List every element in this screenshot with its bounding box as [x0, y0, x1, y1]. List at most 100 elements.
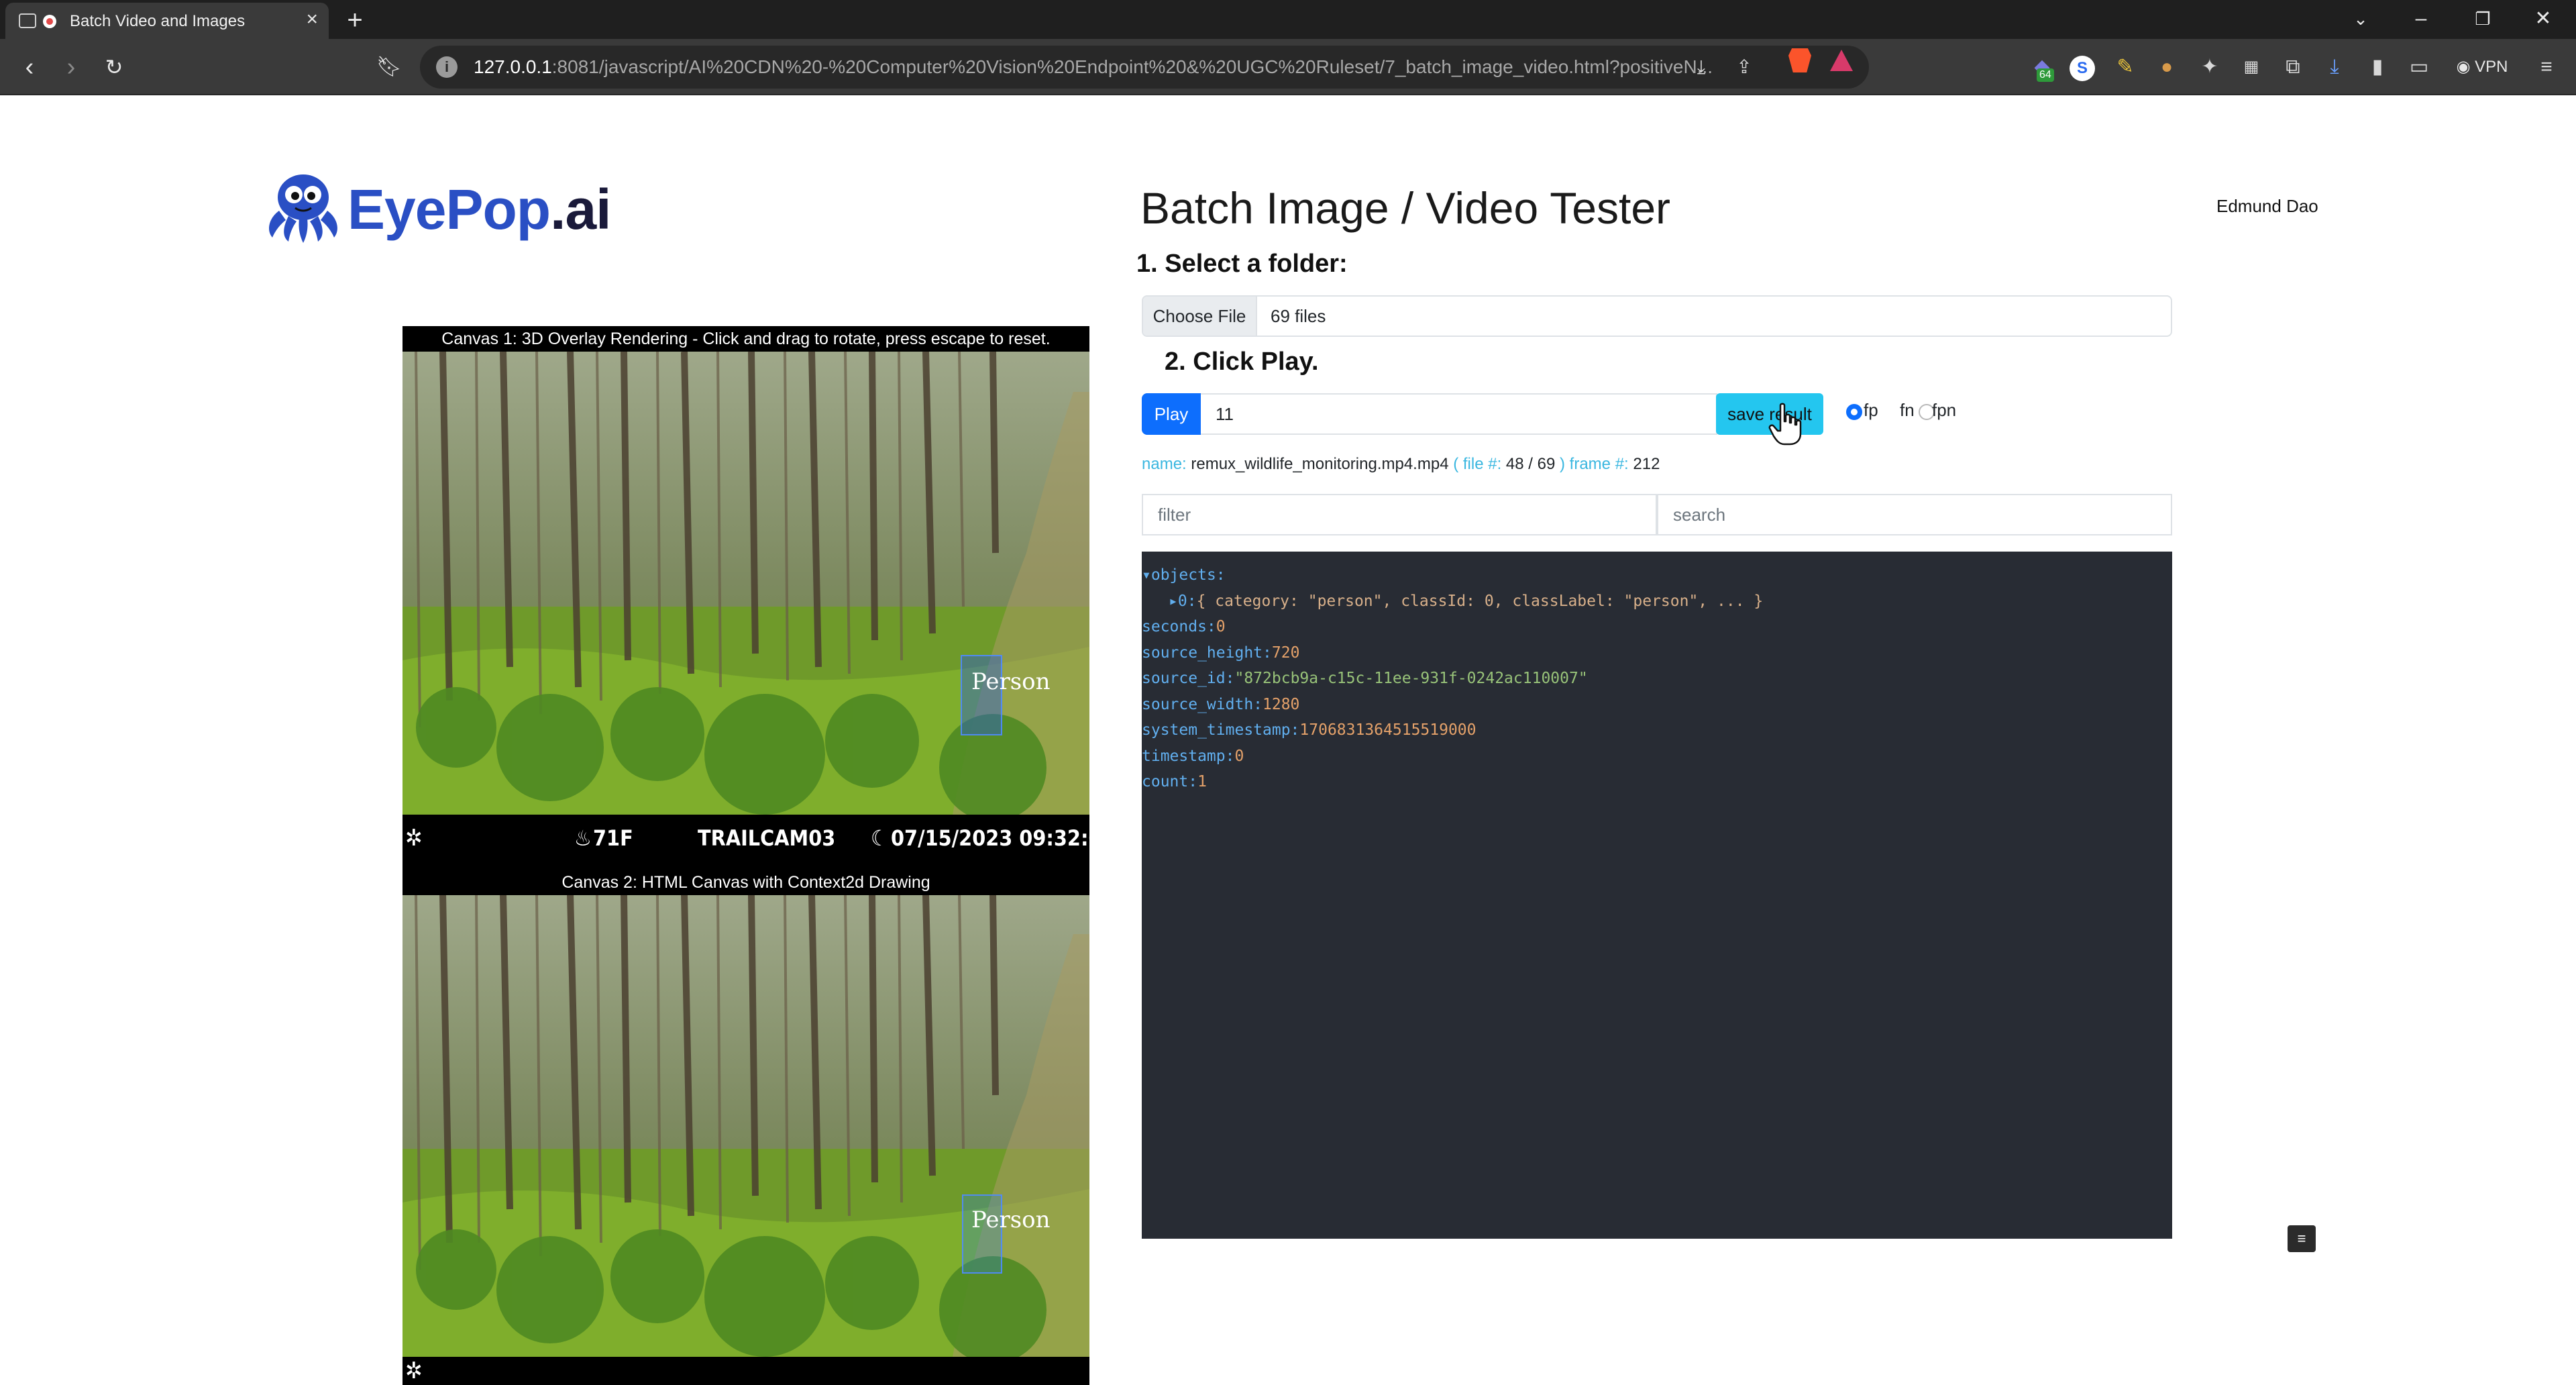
close-tab-icon[interactable]: × — [306, 9, 318, 30]
json-field-key: source_width: — [1142, 695, 1263, 713]
json-objects-key: objects: — [1150, 566, 1226, 584]
status-frame-number: 212 — [1633, 455, 1660, 473]
site-info-icon[interactable]: i — [436, 56, 458, 78]
forward-button[interactable]: › — [55, 51, 87, 83]
panel-menu-icon[interactable]: ≡ — [2288, 1225, 2316, 1252]
brave-rewards-icon[interactable] — [1830, 50, 1853, 71]
radio-fn-label: fn — [1900, 400, 1915, 420]
canvas-2d-drawing[interactable]: Person ✲ — [402, 894, 1089, 1385]
json-field-key: timestamp: — [1142, 747, 1235, 765]
json-object-0-row[interactable]: ▸0:{ category: "person", classId: 0, cla… — [1142, 588, 2172, 615]
bookmark-icon[interactable]: 🔖︎ — [373, 51, 405, 83]
wallet-icon[interactable]: ▭ — [2406, 54, 2432, 81]
back-button[interactable]: ‹ — [13, 51, 46, 83]
vpn-button[interactable]: ◉ VPN — [2450, 54, 2514, 81]
camera-brand-icon: ✲ — [405, 825, 423, 852]
user-name[interactable]: Edmund Dao — [2216, 196, 2318, 217]
trailcam-temperature: 71F — [593, 825, 633, 851]
json-field-value: "872bcb9a-c15c-11ee-931f-0242ac110007" — [1234, 670, 1588, 687]
detection-label-2d: Person — [971, 1207, 1051, 1233]
close-window-button[interactable]: ✕ — [2526, 5, 2560, 32]
extension-box-icon[interactable]: ▦ — [2238, 54, 2265, 81]
main-menu-icon[interactable]: ≡ — [2533, 54, 2560, 81]
json-field-key: seconds: — [1142, 618, 1216, 635]
browser-toolbar: ‹ › ↻ 🔖︎ i 127.0.0.1:8081/javascript/AI%… — [0, 39, 2576, 95]
address-bar[interactable]: i 127.0.0.1:8081/javascript/AI%20CDN%20-… — [420, 46, 1869, 89]
extension-s-icon[interactable]: S — [2069, 54, 2096, 81]
extensions-puzzle-icon[interactable]: ⧉ — [2279, 54, 2306, 81]
new-tab-button[interactable]: + — [338, 7, 372, 34]
tab-search-chevron-icon[interactable]: ⌄ — [2344, 5, 2377, 32]
share-icon[interactable]: ⇪ — [1732, 55, 1756, 79]
search-input[interactable]: search — [1657, 494, 2172, 535]
expand-triangle-icon[interactable]: ▸ — [1169, 593, 1178, 610]
reload-button[interactable]: ↻ — [98, 51, 130, 83]
json-field-row: seconds:0 — [1142, 614, 2172, 640]
status-frame-key: frame #: — [1569, 455, 1629, 473]
cookie-extension-icon[interactable]: ● — [2153, 54, 2180, 81]
collapse-triangle-icon[interactable]: ▾ — [1142, 566, 1151, 584]
json-field-row: source_height:720 — [1142, 640, 2172, 666]
logo-suffix: .ai — [550, 178, 611, 241]
json-fields: seconds:0 source_height:720 source_id:"872… — [1142, 614, 2172, 795]
minimize-button[interactable]: – — [2404, 5, 2438, 32]
json-field-row: timestamp:0 — [1142, 743, 2172, 770]
folder-file-input[interactable]: Choose File 69 files — [1142, 295, 2172, 337]
step1-heading: 1. Select a folder: — [1136, 250, 1348, 278]
json-field-key: source_height: — [1142, 644, 1272, 662]
url-text[interactable]: 127.0.0.1:8081/javascript/AI%20CDN%20-%2… — [474, 56, 1762, 78]
filter-input[interactable]: filter — [1142, 494, 1657, 535]
json-object-0-index: 0: — [1177, 592, 1197, 610]
browser-tab-active[interactable]: Batch Video and Images × — [5, 3, 329, 39]
status-file-name: remux_wildlife_monitoring.mp4.mp4 — [1191, 455, 1449, 473]
json-field-row: source_id:"872bcb9a-c15c-11ee-931f-0242a… — [1142, 666, 2172, 692]
json-object-0-summary: { category: "person", classId: 0, classL… — [1196, 592, 1764, 610]
json-field-value: 0 — [1216, 618, 1226, 635]
json-field-row: source_width:1280 — [1142, 692, 2172, 718]
status-file-key-close: ) — [1560, 455, 1565, 473]
octopus-logo-icon — [269, 174, 337, 243]
current-item-status: name: remux_wildlife_monitoring.mp4.mp4 … — [1142, 455, 1660, 474]
url-host: 127.0.0.1 — [474, 56, 552, 77]
temperature-icon: ♨ — [574, 825, 592, 851]
trailcam-frame-image-2 — [402, 894, 1089, 1357]
download-icon[interactable]: ⤓ — [1689, 55, 1713, 79]
browser-tab-strip: Batch Video and Images × + ⌄ – ❐ ✕ — [0, 0, 2576, 39]
play-button[interactable]: Play — [1142, 393, 1201, 435]
moon-phase-icon: ☾ — [871, 825, 888, 851]
trailcam-frame-image — [402, 352, 1089, 815]
logo-wordmark: EyePop.ai — [347, 178, 612, 241]
canvas-3d-overlay[interactable]: Canvas 1: 3D Overlay Rendering - Click a… — [402, 326, 1089, 896]
json-field-row: system_timestamp:1706831364515519000 — [1142, 717, 2172, 743]
json-result-viewer: ▾objects: ▸0:{ category: "person", class… — [1142, 552, 2172, 1239]
json-objects-row[interactable]: ▾objects: — [1142, 562, 2172, 588]
status-file-index: 48 / 69 — [1505, 455, 1556, 473]
status-file-key: ( file #: — [1453, 455, 1502, 473]
canvas1-caption: Canvas 1: 3D Overlay Rendering - Click a… — [402, 326, 1089, 352]
radio-fp-label: fp — [1864, 400, 1878, 420]
choose-file-button[interactable]: Choose File — [1143, 297, 1257, 336]
restore-button[interactable]: ❐ — [2466, 5, 2500, 32]
extension-puzzle-gray-icon[interactable]: ✦ — [2196, 54, 2223, 81]
trailcam-datetime: 07/15/2023 09:32:04AM — [891, 825, 1089, 851]
sidebar-toggle-icon[interactable]: ▮ — [2364, 54, 2391, 81]
tab-title: Batch Video and Images — [70, 12, 246, 30]
recording-indicator-icon — [43, 15, 56, 28]
page-title: Batch Image / Video Tester — [1140, 183, 1671, 233]
step2-heading: 2. Click Play. — [1165, 348, 1319, 376]
json-field-value: 720 — [1271, 644, 1300, 662]
trailcam-info-strip: ✲ ♨ 71F TRAILCAM03 ☾ 07/15/2023 09:32:04… — [402, 815, 1089, 862]
page-favicon-icon — [19, 13, 36, 28]
selected-file-count: 69 files — [1271, 306, 1326, 326]
camera-brand-icon-2: ✲ — [405, 1357, 423, 1384]
extension-badge-count: 64 — [2037, 68, 2054, 82]
play-input[interactable]: 11 — [1201, 393, 1717, 435]
vpn-label: VPN — [2475, 58, 2508, 76]
downloads-icon[interactable]: ⤓ — [2321, 54, 2348, 81]
eyepop-logo[interactable]: EyePop.ai — [263, 170, 612, 244]
json-field-value: 0 — [1234, 747, 1244, 765]
highlighter-extension-icon[interactable]: ✎ — [2112, 54, 2139, 81]
canvas2-caption: Canvas 2: HTML Canvas with Context2d Dra… — [402, 870, 1089, 895]
radio-fp[interactable] — [1846, 404, 1862, 420]
json-field-value: 1706831364515519000 — [1299, 721, 1477, 739]
